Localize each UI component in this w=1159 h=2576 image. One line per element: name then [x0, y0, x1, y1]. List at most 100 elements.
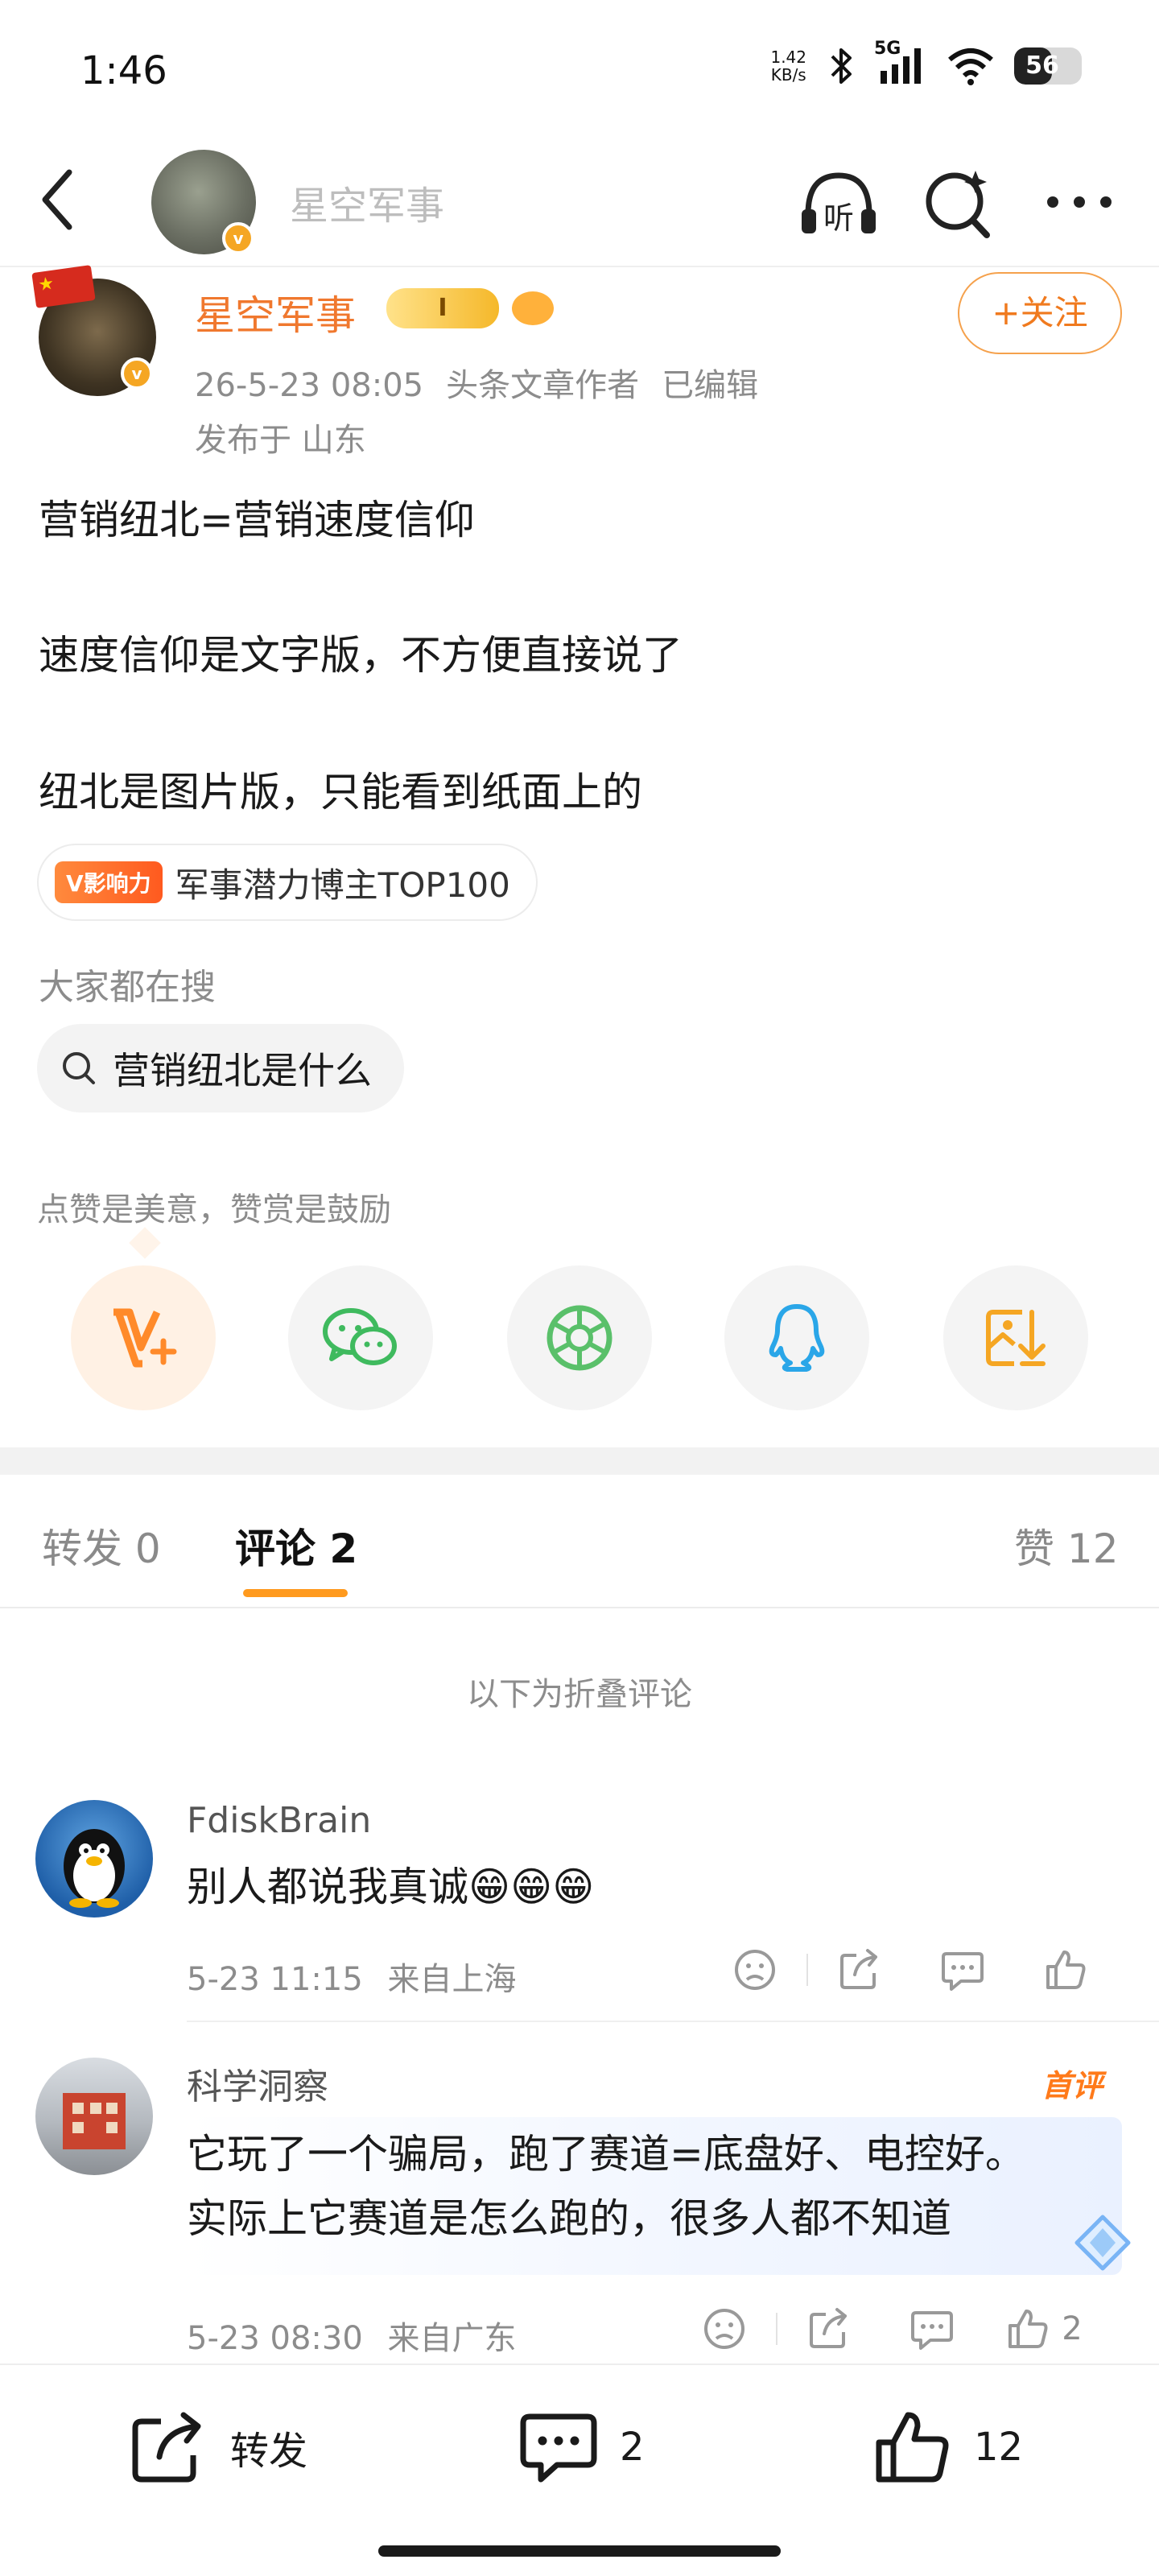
header-divider — [0, 266, 1159, 267]
svg-text:听: 听 — [823, 200, 854, 236]
post-date: 26-5-23 08:05 — [195, 367, 424, 404]
repost-icon — [132, 2412, 201, 2483]
share-wechat-button[interactable] — [288, 1265, 433, 1410]
verified-badge-icon: v — [121, 357, 153, 390]
tabs-divider — [0, 1607, 1159, 1608]
comment-icon — [520, 2413, 597, 2483]
reply-button[interactable] — [911, 1942, 1014, 1998]
first-comment-badge: 首评 — [1041, 2068, 1103, 2103]
repost-label: 转发 — [230, 2429, 308, 2474]
thumbs-up-icon — [1008, 2310, 1048, 2348]
wifi-icon — [947, 47, 995, 85]
back-icon[interactable] — [35, 166, 84, 233]
comment-like-count: 2 — [1062, 2310, 1083, 2347]
edited-label: 已编辑 — [662, 367, 759, 404]
comment-count: 2 — [620, 2425, 645, 2470]
fan-level-icon — [512, 291, 554, 325]
like-comment-button[interactable] — [1014, 1942, 1117, 1998]
like-comment-button[interactable]: 2 — [984, 2301, 1104, 2357]
penguin-avatar-icon — [64, 1829, 125, 1908]
diamond-icon — [1069, 2212, 1136, 2273]
vip-badge: I — [386, 288, 499, 328]
comment-meta: 5-23 08:30 来自广东 — [187, 2312, 517, 2359]
bluetooth-icon — [826, 45, 858, 87]
comment-text-line: 它玩了一个骗局，跑了赛道=底盘好、电控好。 — [187, 2131, 1025, 2178]
share-comment-button[interactable] — [777, 2301, 881, 2357]
share-qq-button[interactable] — [724, 1265, 869, 1410]
tab-comments[interactable]: 评论 2 — [235, 1517, 357, 1575]
dislike-button[interactable] — [673, 2301, 776, 2357]
save-image-icon — [982, 1304, 1050, 1372]
header-title: 星空军事 — [290, 184, 445, 229]
reply-icon — [942, 1952, 984, 1991]
post-text-line: 营销纽北=营销速度信仰 — [39, 497, 475, 543]
tab-repost[interactable]: 转发 0 — [42, 1517, 161, 1575]
section-divider — [0, 1447, 1159, 1475]
trending-search-title: 大家都在搜 — [39, 967, 216, 1008]
cellular-signal-icon: 5G — [874, 39, 927, 85]
reward-hint: 点赞是美意，赞赏是鼓励 — [37, 1191, 391, 1228]
listen-icon[interactable]: 听 — [797, 164, 881, 242]
comment-time: 5-23 11:15 — [187, 1961, 363, 1998]
comment-location: 来自广东 — [387, 2320, 517, 2357]
tab-likes[interactable]: 赞 12 — [1014, 1517, 1119, 1575]
author-name[interactable]: 星空军事 — [195, 283, 356, 341]
share-icon — [840, 1949, 877, 1989]
share-comment-button[interactable] — [808, 1942, 911, 1998]
thumbs-up-icon — [876, 2412, 949, 2483]
search-icon — [60, 1049, 98, 1088]
save-image-button[interactable] — [943, 1265, 1088, 1410]
reward-pointer — [129, 1227, 161, 1259]
author-role: 头条文章作者 — [446, 367, 640, 404]
search-icon[interactable] — [922, 164, 995, 242]
comment-divider — [187, 2021, 1159, 2022]
like-button[interactable]: 12 — [872, 2399, 1023, 2496]
follow-button[interactable]: +关注 — [958, 272, 1122, 354]
repost-button[interactable]: 转发 — [129, 2399, 307, 2496]
comment-text-line: 实际上它赛道是怎么跑的，很多人都不知道 — [187, 2195, 951, 2242]
comment-avatar[interactable] — [35, 1800, 153, 1918]
comment-author[interactable]: FdiskBrain — [187, 1800, 371, 1841]
dislike-icon — [704, 2309, 744, 2349]
like-count: 12 — [974, 2425, 1024, 2470]
post-meta: 26-5-23 08:05 头条文章作者 已编辑 — [195, 359, 758, 406]
share-icon — [810, 2308, 847, 2348]
reply-icon — [911, 2311, 953, 2350]
status-icons: 1.42 KB/s 5G 56 — [770, 39, 1082, 87]
post-text-line: 纽北是图片版，只能看到纸面上的 — [39, 769, 642, 815]
post-text-line: 速度信仰是文字版，不方便直接说了 — [39, 632, 683, 679]
comment-author[interactable]: 科学洞察 — [187, 2058, 328, 2109]
active-tab-indicator — [243, 1589, 348, 1597]
home-indicator[interactable] — [378, 2545, 781, 2557]
comment-actions — [703, 1942, 1117, 1998]
moments-icon — [543, 1302, 616, 1374]
comment-actions: 2 — [673, 2301, 1104, 2357]
dislike-button[interactable] — [703, 1942, 806, 1998]
influence-tag[interactable]: V影响力 军事潜力博主TOP100 — [37, 844, 538, 921]
status-time: 1:46 — [80, 48, 167, 93]
trending-search-query: 营销纽北是什么 — [113, 1049, 372, 1092]
wechat-icon — [320, 1304, 401, 1372]
folded-comments-hint[interactable]: 以下为折叠评论 — [0, 1668, 1159, 1715]
battery-indicator: 56 — [1014, 47, 1082, 85]
comment-location: 来自上海 — [387, 1961, 517, 1998]
trending-search-chip[interactable]: 营销纽北是什么 — [37, 1024, 404, 1113]
influence-text: 军事潜力博主TOP100 — [175, 865, 510, 905]
comment-button[interactable]: 2 — [518, 2399, 645, 2496]
verified-badge-icon: v — [222, 222, 254, 254]
influence-badge: V影响力 — [55, 861, 163, 903]
reward-v-icon — [107, 1306, 179, 1370]
building-avatar-icon — [63, 2093, 126, 2149]
qq-icon — [765, 1302, 829, 1374]
bottom-bar-divider — [0, 2363, 1159, 2365]
comment-avatar[interactable] — [35, 2058, 153, 2175]
more-icon[interactable] — [1043, 190, 1116, 214]
reward-button[interactable] — [71, 1265, 216, 1410]
dislike-icon — [735, 1950, 775, 1990]
net-speed: 1.42 KB/s — [770, 47, 806, 85]
comment-time: 5-23 08:30 — [187, 2320, 363, 2357]
reply-button[interactable] — [881, 2301, 984, 2357]
share-moments-button[interactable] — [507, 1265, 652, 1410]
thumbs-up-icon — [1046, 1951, 1086, 1989]
comment-meta: 5-23 11:15 来自上海 — [187, 1953, 517, 2000]
